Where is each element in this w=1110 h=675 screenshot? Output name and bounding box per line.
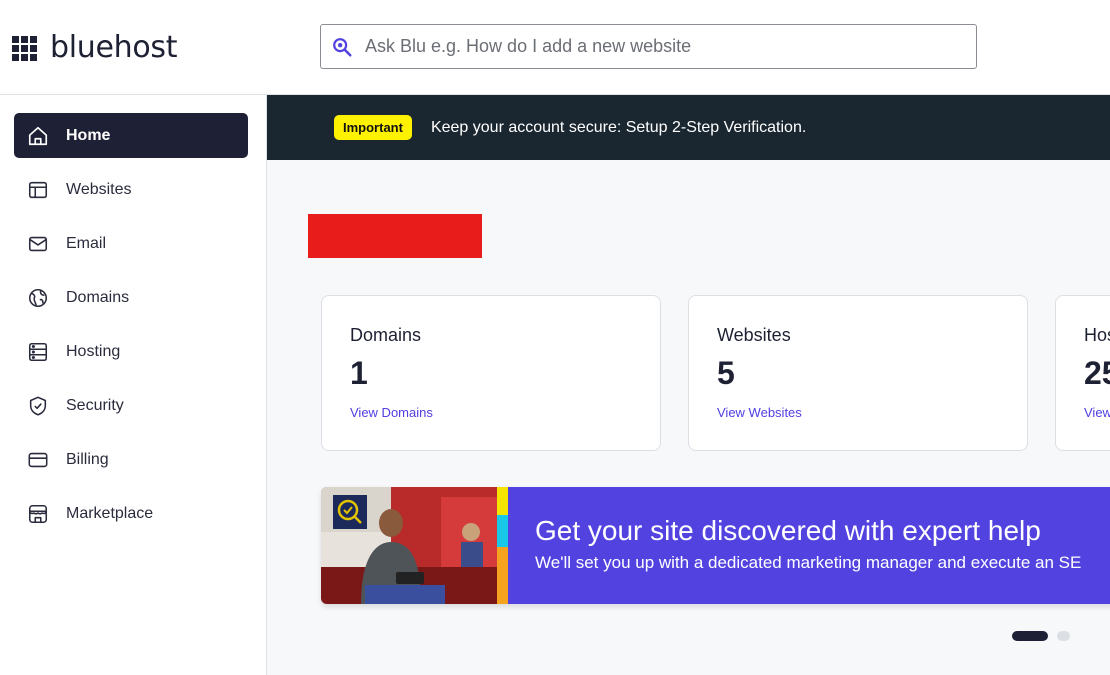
- view-hosting-link[interactable]: View: [1084, 405, 1110, 420]
- hosting-card: Hos 25 View: [1055, 295, 1110, 451]
- card-count: 25: [1084, 355, 1110, 391]
- accent-stripe: [497, 515, 508, 547]
- top-header: bluehost: [0, 0, 1110, 95]
- sidebar-item-label: Home: [66, 126, 111, 144]
- sidebar-item-label: Marketplace: [66, 504, 154, 522]
- redacted-greeting: [308, 214, 482, 258]
- bluehost-logo[interactable]: bluehost: [12, 30, 178, 66]
- card-title: Domains: [350, 325, 422, 345]
- search-input[interactable]: [365, 36, 945, 57]
- sidebar-item-email[interactable]: Email: [14, 221, 248, 266]
- sidebar-item-security[interactable]: Security: [14, 383, 248, 428]
- sidebar-item-label: Security: [66, 396, 124, 414]
- websites-icon: [27, 179, 49, 201]
- app-grid-icon: [12, 35, 37, 61]
- sidebar-item-label: Billing: [66, 450, 109, 468]
- sidebar-item-billing[interactable]: Billing: [14, 437, 248, 482]
- important-badge: Important: [334, 115, 412, 140]
- card-count: 1: [350, 355, 368, 391]
- websites-card: Websites 5 View Websites: [688, 295, 1028, 451]
- sidebar-item-marketplace[interactable]: Marketplace: [14, 491, 248, 536]
- credit-card-icon: [27, 449, 49, 471]
- card-title: Websites: [717, 325, 791, 345]
- globe-icon: [27, 287, 49, 309]
- view-websites-link[interactable]: View Websites: [717, 405, 802, 420]
- accent-stripe: [497, 547, 508, 604]
- server-icon: [27, 341, 49, 363]
- sidebar-item-home[interactable]: Home: [14, 113, 248, 158]
- sidebar-item-hosting[interactable]: Hosting: [14, 329, 248, 374]
- promo-photo-image: [321, 487, 497, 604]
- alert-message[interactable]: Keep your account secure: Setup 2-Step V…: [431, 119, 806, 137]
- accent-stripe: [497, 487, 508, 515]
- card-count: 5: [717, 355, 735, 391]
- promo-title: Get your site discovered with expert hel…: [535, 515, 1041, 546]
- search-box[interactable]: [320, 24, 977, 69]
- home-icon: [27, 125, 49, 147]
- sidebar-item-domains[interactable]: Domains: [14, 275, 248, 320]
- shield-icon: [27, 395, 49, 417]
- security-alert-banner[interactable]: Important Keep your account secure: Setu…: [267, 95, 1110, 160]
- sidebar-item-label: Hosting: [66, 342, 121, 360]
- promo-subtitle: We'll set you up with a dedicated market…: [535, 553, 1082, 572]
- main-content: Important Keep your account secure: Setu…: [267, 95, 1110, 675]
- view-domains-link[interactable]: View Domains: [350, 405, 433, 420]
- carousel-dot-active[interactable]: [1012, 631, 1048, 641]
- sidebar-nav: Home Websites Email Domains Hosting Secu…: [0, 95, 267, 675]
- sidebar-item-label: Email: [66, 234, 107, 252]
- carousel-dot[interactable]: [1057, 631, 1070, 641]
- sidebar-item-label: Websites: [66, 180, 132, 198]
- sidebar-item-label: Domains: [66, 288, 130, 306]
- store-icon: [27, 503, 49, 525]
- email-icon: [27, 233, 49, 255]
- logo-text: bluehost: [50, 30, 178, 65]
- sidebar-item-websites[interactable]: Websites: [14, 167, 248, 212]
- marketing-promo-banner[interactable]: Get your site discovered with expert hel…: [321, 487, 1110, 604]
- search-icon: [333, 37, 352, 57]
- card-title: Hos: [1084, 325, 1110, 345]
- domains-card: Domains 1 View Domains: [321, 295, 661, 451]
